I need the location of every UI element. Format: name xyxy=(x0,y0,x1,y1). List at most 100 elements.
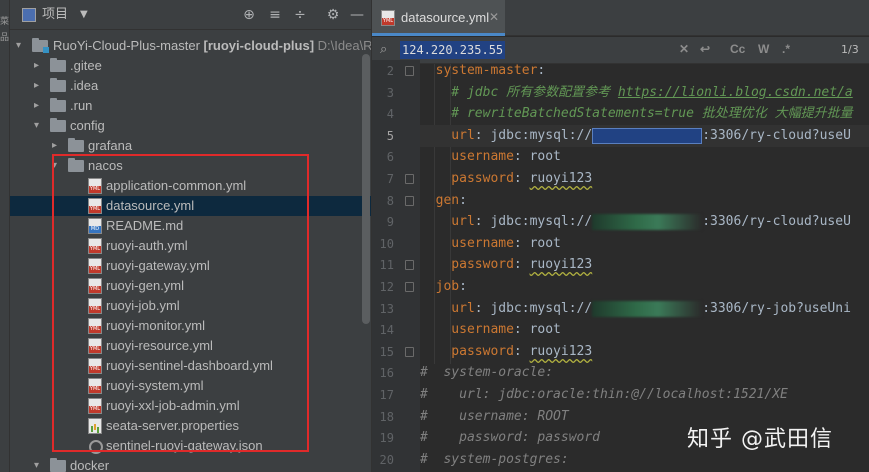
fold-marker-icon[interactable] xyxy=(405,282,414,292)
new-line-icon[interactable]: ↩ xyxy=(700,42,710,56)
project-view-icon[interactable] xyxy=(22,8,36,22)
whole-words-button[interactable]: W xyxy=(758,42,769,56)
line-number: 13 xyxy=(379,302,394,316)
chevron-down-icon[interactable]: ▾ xyxy=(34,116,46,136)
chevron-down-icon[interactable]: ▾ xyxy=(34,456,46,472)
code-area[interactable]: system-master: # jdbc 所有参数配置参考 https://l… xyxy=(420,60,869,472)
view-dropdown-icon[interactable]: ▼ xyxy=(80,7,88,23)
tree-item-config[interactable]: ▾ config xyxy=(10,116,371,136)
chevron-right-icon[interactable]: ▸ xyxy=(52,136,64,156)
redacted-host xyxy=(592,127,703,144)
close-icon[interactable]: ✕ xyxy=(489,10,499,24)
expand-all-icon[interactable]: ≡ xyxy=(266,6,284,24)
code-line[interactable]: # username: ROOT xyxy=(420,406,569,428)
folder-icon xyxy=(50,458,66,472)
code-token: # rewriteBatchedStatements=true 批处理优化 大幅… xyxy=(420,106,853,121)
annotation-highlight-box xyxy=(52,154,309,452)
code-line[interactable]: password: ruoyi123 xyxy=(420,341,592,363)
project-panel-title[interactable]: 项目 xyxy=(42,7,68,23)
clear-search-icon[interactable]: ✕ xyxy=(679,42,689,56)
line-number: 11 xyxy=(379,258,394,272)
tree-item-docker[interactable]: ▾ docker xyxy=(10,456,371,472)
tree-item-run[interactable]: ▸ .run xyxy=(10,96,371,116)
code-line[interactable]: # system-oracle: xyxy=(420,362,553,384)
line-number: 7 xyxy=(386,172,394,186)
code-line[interactable]: url: jdbc:mysql://:3306/ry-job?useUni xyxy=(420,298,851,320)
locate-icon[interactable]: ⊕ xyxy=(240,6,258,24)
line-number: 20 xyxy=(379,453,394,467)
code-line[interactable]: url: jdbc:mysql://:3306/ry-cloud?useU xyxy=(420,125,869,147)
line-number: 12 xyxy=(379,280,394,294)
code-token: # username: ROOT xyxy=(420,409,569,424)
left-strip-char: 菜 xyxy=(0,17,10,27)
folder-icon xyxy=(50,58,66,72)
match-count: 1/3 xyxy=(841,43,859,56)
chevron-right-icon[interactable]: ▸ xyxy=(34,76,46,96)
code-token: # jdbc 所有参数配置参考 xyxy=(420,85,618,100)
tree-item-root-module[interactable]: ▾ RuoYi-Cloud-Plus-master [ruoyi-cloud-p… xyxy=(10,36,371,56)
code-line[interactable]: username: root xyxy=(420,146,561,168)
code-token: ruoyi123 xyxy=(529,171,593,186)
code-token: : root xyxy=(513,149,561,164)
code-token: url xyxy=(420,214,475,229)
code-token: password xyxy=(420,257,514,272)
tab-datasource-yml[interactable]: datasource.yml ✕ xyxy=(372,0,505,36)
fold-marker-icon[interactable] xyxy=(405,347,414,357)
tree-item-idea[interactable]: ▸ .idea xyxy=(10,76,371,96)
chevron-right-icon[interactable]: ▸ xyxy=(34,56,46,76)
line-number-gutter: 2 3 4 5 6 7 8 9 10 11 12 13 14 15 16 17 18 19 20 xyxy=(372,60,420,472)
gear-icon[interactable]: ⚙ xyxy=(324,6,342,24)
code-line[interactable]: username: root xyxy=(420,319,561,341)
line-number: 8 xyxy=(386,194,394,208)
fold-marker-icon[interactable] xyxy=(405,174,414,184)
code-line[interactable]: # url: jdbc:oracle:thin:@//localhost:152… xyxy=(420,384,788,406)
tab-label: datasource.yml xyxy=(401,10,490,25)
code-line[interactable]: username: root xyxy=(420,233,561,255)
code-line[interactable]: job: xyxy=(420,276,467,298)
editor-tab-bar: datasource.yml ✕ xyxy=(372,0,869,36)
folder-icon xyxy=(50,118,66,132)
code-token: :3306/ry-cloud?useU xyxy=(702,214,851,229)
code-token: job xyxy=(420,279,460,294)
code-line[interactable]: # jdbc 所有参数配置参考 https://lionli.blog.csdn… xyxy=(420,82,853,104)
code-token: : root xyxy=(513,236,561,251)
tree-item-gitee[interactable]: ▸ .gitee xyxy=(10,56,371,76)
code-token: https://lionli.blog.csdn.net/a xyxy=(617,85,853,100)
line-number: 3 xyxy=(386,86,394,100)
left-strip-char: 品 xyxy=(0,33,10,43)
fold-marker-icon[interactable] xyxy=(405,66,414,76)
code-line[interactable]: password: ruoyi123 xyxy=(420,168,592,190)
code-line[interactable]: # system-postgres: xyxy=(420,449,569,471)
code-token: : xyxy=(513,257,530,272)
code-token: # password: password xyxy=(420,430,601,445)
project-panel-header: 项目 ▼ ⊕ ≡ ÷ ⚙ — xyxy=(10,0,371,30)
minimize-icon[interactable]: — xyxy=(348,6,366,24)
code-line[interactable]: # rewriteBatchedStatements=true 批处理优化 大幅… xyxy=(420,103,853,125)
line-number: 17 xyxy=(379,388,394,402)
code-token: : xyxy=(513,171,530,186)
regex-button[interactable]: .* xyxy=(782,42,790,56)
code-line[interactable]: url: jdbc:mysql://:3306/ry-cloud?useU xyxy=(420,211,851,233)
code-token: password xyxy=(420,344,514,359)
chevron-down-icon[interactable]: ▾ xyxy=(16,36,28,56)
collapse-all-icon[interactable]: ÷ xyxy=(291,6,309,24)
match-case-button[interactable]: Cc xyxy=(730,42,745,56)
code-token: : xyxy=(459,193,467,208)
chevron-right-icon[interactable]: ▸ xyxy=(34,96,46,116)
search-input[interactable]: 124.220.235.55 xyxy=(400,41,506,59)
code-line[interactable]: password: ruoyi123 xyxy=(420,254,592,276)
search-icon[interactable]: ⌕ xyxy=(380,42,387,57)
code-token: username xyxy=(420,149,514,164)
code-line[interactable]: system-master: xyxy=(420,60,546,82)
code-line[interactable]: # password: password xyxy=(420,427,600,449)
project-scrollbar[interactable] xyxy=(362,54,370,324)
redacted-host xyxy=(592,300,703,317)
code-line[interactable]: gen: xyxy=(420,190,467,212)
code-token: username xyxy=(420,322,514,337)
fold-marker-icon[interactable] xyxy=(405,196,414,206)
code-token: url xyxy=(420,128,475,143)
folder-icon xyxy=(50,98,66,112)
fold-marker-icon[interactable] xyxy=(405,260,414,270)
tree-item-grafana[interactable]: ▸ grafana xyxy=(10,136,371,156)
code-token: gen xyxy=(420,193,460,208)
